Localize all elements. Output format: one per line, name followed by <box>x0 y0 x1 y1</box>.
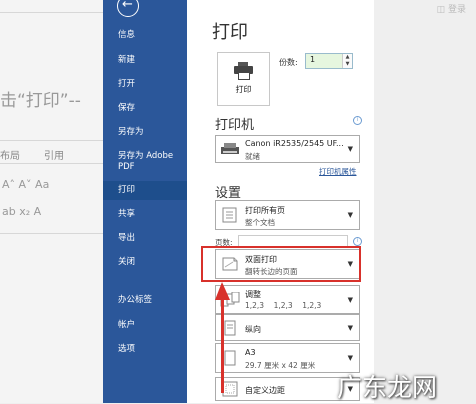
document-pages-icon <box>222 207 237 223</box>
signin-ghost-text: ◫ 登录 <box>436 5 466 15</box>
printer-icon <box>234 62 253 80</box>
backstage-nav: ← 信息 新建 打开 保存 另存为 另存为 Adobe PDF 打印 共享 导出… <box>103 0 187 403</box>
ribbon-divider <box>0 163 103 164</box>
collate-title: 调整 <box>245 290 261 299</box>
printer-status: 就绪 <box>245 152 260 161</box>
highlight-box <box>201 246 361 282</box>
settings-heading: 设置 <box>215 186 242 201</box>
print-button-label: 打印 <box>235 85 252 94</box>
nav-item-export[interactable]: 导出 <box>103 233 187 244</box>
ribbon-divider <box>0 233 103 234</box>
nav-item-open[interactable]: 打开 <box>103 79 187 90</box>
printer-properties-link[interactable]: 打印机属性 <box>319 166 357 177</box>
nav-item-save-as[interactable]: 另存为 <box>103 127 187 138</box>
print-preview: ◫ 登录 <box>374 0 476 403</box>
print-range-select[interactable]: 打印所有页 整个文档 ▼ <box>215 200 360 230</box>
margins-value: 自定义边距 <box>245 386 285 395</box>
background-document: 击“打印”-- 布局 引用 A˄ A˅ Aa ab x₂ A <box>0 0 103 403</box>
ribbon-divider <box>0 140 103 141</box>
nav-item-info[interactable]: 信息 <box>103 30 187 41</box>
printer-device-icon <box>221 143 239 154</box>
paper-size-sub: 29.7 厘米 x 42 厘米 <box>245 361 316 370</box>
info-icon[interactable]: i <box>353 237 362 246</box>
nav-item-new[interactable]: 新建 <box>103 55 187 66</box>
copies-stepper[interactable]: 1 ▲ ▼ <box>305 53 353 69</box>
font-format-controls: ab x₂ A <box>2 205 42 218</box>
font-size-controls: A˄ A˅ Aa <box>2 178 50 191</box>
chevron-down-icon: ▼ <box>347 295 353 304</box>
chevron-down-icon: ▼ <box>347 211 353 219</box>
copies-label: 份数: <box>279 58 298 67</box>
print-button[interactable]: 打印 <box>217 52 270 106</box>
orientation-select[interactable]: 纵向 ▼ <box>215 314 360 341</box>
chevron-down-icon: ▼ <box>347 145 353 153</box>
collate-sub: 1,2,3 1,2,3 1,2,3 <box>245 301 322 310</box>
nav-item-save[interactable]: 保存 <box>103 103 187 114</box>
printer-name: Canon iR2535/2545 UF... <box>245 139 344 148</box>
print-range-sub: 整个文档 <box>245 218 275 227</box>
nav-item-close[interactable]: 关闭 <box>103 257 187 268</box>
back-button[interactable]: ← <box>117 0 139 17</box>
ribbon-divider <box>0 12 103 13</box>
print-panel: 打印 打印 份数: 1 ▲ ▼ 打印机 i Canon iR2535/2545 U… <box>187 0 374 403</box>
print-range-title: 打印所有页 <box>245 206 285 215</box>
copies-value: 1 <box>310 55 316 64</box>
printer-heading: 打印机 <box>215 118 255 133</box>
nav-item-options[interactable]: 选项 <box>103 344 187 355</box>
paper-size-title: A3 <box>245 348 256 357</box>
nav-item-print[interactable]: 打印 <box>103 181 187 200</box>
orientation-value: 纵向 <box>245 325 261 334</box>
watermark: 广东龙网 <box>337 373 438 402</box>
nav-item-office-tab[interactable]: 办公标签 <box>103 295 187 306</box>
back-arrow-icon: ← <box>122 0 133 12</box>
nav-item-share[interactable]: 共享 <box>103 209 187 220</box>
collate-select[interactable]: 调整 1,2,3 1,2,3 1,2,3 ▼ <box>215 285 360 314</box>
chevron-down-icon: ▼ <box>347 354 353 362</box>
document-text: 击“打印”-- <box>0 91 81 111</box>
tab-layout: 布局 <box>0 151 20 162</box>
printer-select[interactable]: Canon iR2535/2545 UF... 就绪 ▼ <box>215 135 360 163</box>
arrow-shaft <box>221 298 224 393</box>
page-title: 打印 <box>212 22 248 43</box>
nav-item-save-as-pdf[interactable]: 另存为 Adobe PDF <box>103 151 183 173</box>
info-icon[interactable]: i <box>353 116 362 125</box>
tab-references: 引用 <box>44 151 64 162</box>
chevron-down-icon: ▼ <box>347 323 353 332</box>
spin-arrows-icon[interactable]: ▲ ▼ <box>342 54 352 68</box>
nav-item-account[interactable]: 帐户 <box>103 320 187 331</box>
